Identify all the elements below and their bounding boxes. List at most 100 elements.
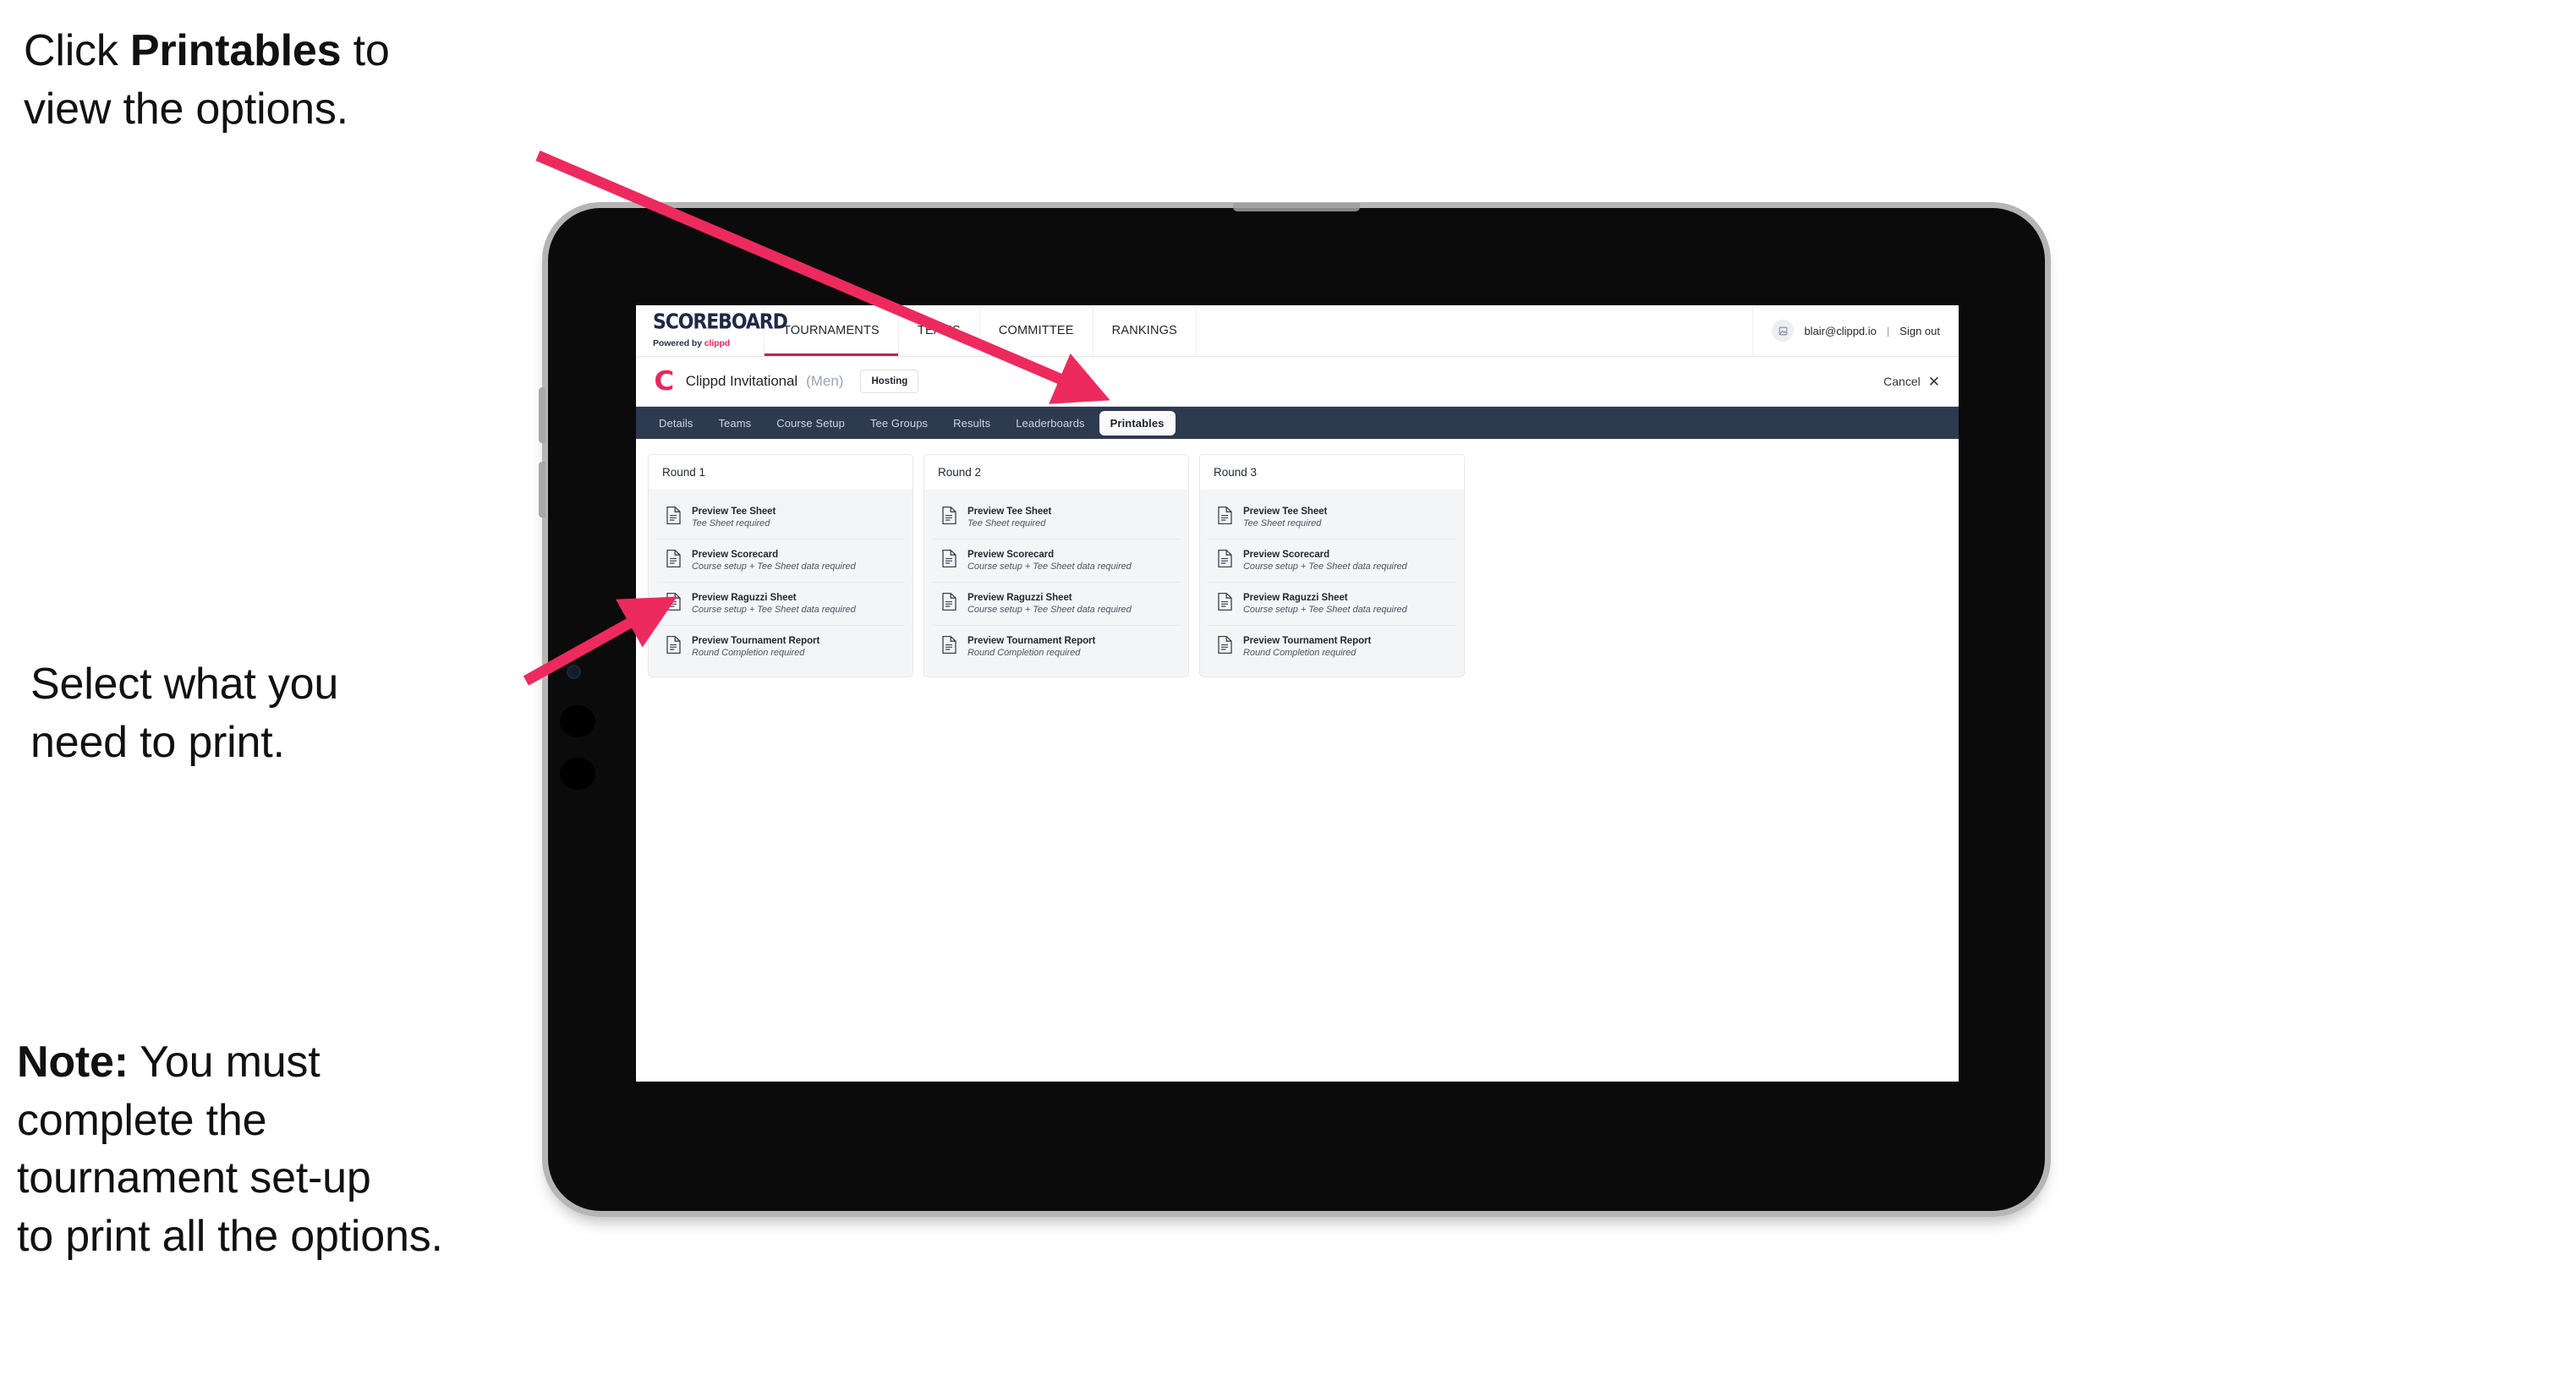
round-card-list: Preview Tee Sheet Tee Sheet required Previ… <box>649 490 913 677</box>
subnav-item-details[interactable]: Details <box>648 411 704 436</box>
subnav-item-teams[interactable]: Teams <box>707 411 762 436</box>
printable-requirement: Course setup + Tee Sheet data required <box>692 562 856 572</box>
subnav-item-leaderboards[interactable]: Leaderboards <box>1005 411 1095 436</box>
subnav-label: Teams <box>718 416 752 430</box>
subnav-label: Details <box>659 416 693 430</box>
printable-title: Preview Scorecard <box>692 550 779 560</box>
printable-title: Preview Tee Sheet <box>967 507 1052 517</box>
topnav-user-area: blair@clippd.io | Sign out <box>1753 305 1959 356</box>
cancel-button[interactable]: Cancel ✕ <box>1883 375 1940 389</box>
user-avatar-icon[interactable] <box>1772 320 1795 342</box>
subnav-label: Results <box>953 416 991 430</box>
printable-title: Preview Tournament Report <box>1243 636 1372 646</box>
printable-title: Preview Scorecard <box>1243 550 1330 560</box>
tablet-device-frame: SCOREBOARD Powered by clippd TOURNAMENTS… <box>539 203 2045 1211</box>
document-icon <box>1217 635 1233 659</box>
tournament-header-bar: C Clippd Invitational (Men) Hosting Canc… <box>636 357 1959 407</box>
round-card-title: Round 3 <box>1200 455 1464 490</box>
printable-title: Preview Scorecard <box>967 550 1055 560</box>
document-icon <box>941 592 957 616</box>
printable-requirement: Round Completion required <box>692 648 805 658</box>
document-icon <box>941 506 957 529</box>
tablet-volume-down-button[interactable] <box>539 462 545 518</box>
topnav-spacer <box>1197 305 1754 356</box>
subnav-item-printables[interactable]: Printables <box>1099 410 1176 436</box>
document-icon <box>941 549 957 572</box>
topnav-label: TEAMS <box>917 324 961 337</box>
brand-powered-text: Powered by <box>653 337 704 348</box>
document-icon <box>1217 506 1233 529</box>
tournament-subnav: Details Teams Course Setup Tee Groups Re… <box>636 407 1959 439</box>
topnav-item-rankings[interactable]: RANKINGS <box>1093 305 1198 356</box>
printable-requirement: Course setup + Tee Sheet data required <box>1243 605 1407 615</box>
user-email: blair@clippd.io <box>1804 324 1877 337</box>
printable-row[interactable]: Preview Raguzzi Sheet Course setup + Tee … <box>1209 583 1455 626</box>
printable-row[interactable]: Preview Tournament Report Round Completio… <box>1209 626 1455 668</box>
topnav-item-teams[interactable]: TEAMS <box>899 305 980 356</box>
printable-title: Preview Raguzzi Sheet <box>1243 593 1348 603</box>
sign-out-link[interactable]: Sign out <box>1899 325 1940 337</box>
callout-select-what-to-print: Select what you need to print. <box>30 660 339 767</box>
document-icon <box>666 592 682 616</box>
brand-subtitle: Powered by clippd <box>653 338 764 348</box>
printable-title: Preview Raguzzi Sheet <box>692 593 797 603</box>
scoreboard-logo[interactable]: SCOREBOARD Powered by clippd <box>636 305 788 356</box>
subnav-label: Tee Groups <box>869 416 929 430</box>
tablet-front-camera-icon <box>567 665 581 679</box>
document-icon <box>666 549 682 572</box>
printable-row[interactable]: Preview Tournament Report Round Completio… <box>657 626 904 668</box>
tablet-speaker-grille <box>1233 203 1360 211</box>
close-icon: ✕ <box>1927 373 1940 390</box>
printable-requirement: Course setup + Tee Sheet data required <box>1243 562 1407 572</box>
tournament-name: Clippd Invitational <box>685 373 798 389</box>
subnav-item-course-setup[interactable]: Course Setup <box>765 411 856 436</box>
top-navigation-bar: SCOREBOARD Powered by clippd TOURNAMENTS… <box>636 305 1959 357</box>
printable-requirement: Tee Sheet required <box>967 518 1046 529</box>
document-icon <box>666 506 682 529</box>
printable-requirement: Tee Sheet required <box>1243 518 1322 529</box>
tablet-screen: SCOREBOARD Powered by clippd TOURNAMENTS… <box>636 305 1959 1082</box>
round-card-list: Preview Tee Sheet Tee Sheet required Previ… <box>924 490 1188 677</box>
subnav-label: Leaderboards <box>1016 416 1085 430</box>
printable-requirement: Course setup + Tee Sheet data required <box>967 605 1132 615</box>
topnav-item-committee[interactable]: COMMITTEE <box>980 305 1093 356</box>
tablet-bezel-dot-lower <box>560 758 595 790</box>
printable-row[interactable]: Preview Tee Sheet Tee Sheet required <box>657 496 904 540</box>
subnav-item-results[interactable]: Results <box>942 411 1001 436</box>
subnav-item-tee-groups[interactable]: Tee Groups <box>859 411 939 436</box>
subnav-label: Printables <box>1110 416 1165 430</box>
printable-row[interactable]: Preview Tee Sheet Tee Sheet required <box>1209 496 1455 540</box>
printable-row[interactable]: Preview Scorecard Course setup + Tee Shee… <box>657 540 904 583</box>
topnav-label: RANKINGS <box>1111 324 1178 337</box>
round-card-3: Round 3 Preview Tee Sheet Tee Sheet requir… <box>1199 454 1465 677</box>
subnav-label: Course Setup <box>776 416 845 430</box>
topnav-label: TOURNAMENTS <box>783 324 880 337</box>
user-separator: | <box>1886 324 1890 337</box>
printable-row[interactable]: Preview Tournament Report Round Completio… <box>933 626 1180 668</box>
printable-row[interactable]: Preview Tee Sheet Tee Sheet required <box>933 496 1180 540</box>
printable-requirement: Round Completion required <box>1243 648 1357 658</box>
printable-row[interactable]: Preview Scorecard Course setup + Tee Shee… <box>933 540 1180 583</box>
round-card-2: Round 2 Preview Tee Sheet Tee Sheet requir… <box>924 454 1189 677</box>
topnav-label: COMMITTEE <box>998 324 1074 337</box>
tablet-bezel-dot-upper <box>560 705 595 737</box>
clippd-logo-icon: C <box>654 365 675 397</box>
document-icon <box>941 635 957 659</box>
tournament-gender: (Men) <box>806 373 844 389</box>
printable-title: Preview Tee Sheet <box>1243 507 1328 517</box>
printable-title: Preview Raguzzi Sheet <box>967 593 1072 603</box>
topnav-item-tournaments[interactable]: TOURNAMENTS <box>765 305 899 356</box>
printable-row[interactable]: Preview Raguzzi Sheet Course setup + Tee … <box>933 583 1180 626</box>
printable-row[interactable]: Preview Scorecard Course setup + Tee Shee… <box>1209 540 1455 583</box>
hosting-status-badge: Hosting <box>860 370 919 393</box>
round-card-list: Preview Tee Sheet Tee Sheet required Previ… <box>1200 490 1464 677</box>
printable-row[interactable]: Preview Raguzzi Sheet Course setup + Tee … <box>657 583 904 626</box>
printable-requirement: Round Completion required <box>967 648 1081 658</box>
brand-clippd-text: clippd <box>704 337 731 348</box>
document-icon <box>1217 549 1233 572</box>
cancel-label: Cancel <box>1883 375 1921 388</box>
printable-title: Preview Tournament Report <box>967 636 1096 646</box>
tablet-volume-up-button[interactable] <box>539 387 545 443</box>
printable-requirement: Tee Sheet required <box>692 518 770 529</box>
callout-click-printables: Click Printables to view the options. <box>24 26 390 134</box>
